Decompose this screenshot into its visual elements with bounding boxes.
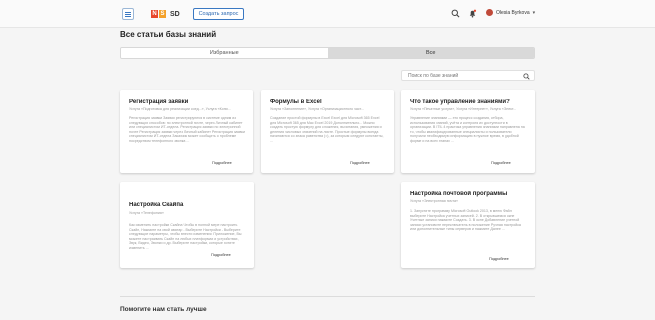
- menu-icon[interactable]: [122, 8, 134, 20]
- search-icon[interactable]: [523, 73, 530, 80]
- article-title: Что такое управление знаниями?: [410, 99, 510, 105]
- logo-mark: N: [151, 10, 158, 18]
- create-request-button[interactable]: Создать запрос: [193, 8, 244, 20]
- article-title: Регистрация заявки: [129, 99, 189, 105]
- chevron-down-icon: ▾: [532, 9, 536, 16]
- article-service: Услуга «Подготовка для реализации соед..…: [129, 107, 231, 111]
- bell-icon[interactable]: [468, 9, 477, 18]
- article-service: Услуга «Телефония»: [129, 211, 164, 215]
- article-excerpt: Управление знаниями — это процесс создан…: [410, 116, 525, 143]
- app-logo[interactable]: N S SD: [151, 9, 180, 19]
- logo-mark-2: S: [159, 10, 166, 18]
- read-more-link[interactable]: Подробнее: [487, 257, 509, 261]
- article-card[interactable]: Настройка почтовой программы Услуга «Эле…: [401, 182, 535, 268]
- article-title: Настройка Скайпа: [129, 202, 184, 208]
- article-card[interactable]: Настройка Скайпа Услуга «Телефония» Как …: [120, 182, 254, 268]
- search-box: [401, 70, 535, 81]
- article-service: Услуга «Заполнение», Услуга «Организацио…: [270, 107, 364, 111]
- article-excerpt: Создание простой формулы в Excel Excel д…: [270, 116, 384, 143]
- user-name: Olesia Byrkova: [496, 9, 530, 16]
- read-more-link[interactable]: Подробнее: [209, 253, 231, 257]
- logo-text: SD: [170, 10, 180, 18]
- read-more-link[interactable]: Подробнее: [210, 161, 232, 165]
- search-input[interactable]: [408, 72, 520, 80]
- feedback-section-title: Помогите нам стать лучше: [120, 306, 207, 313]
- article-service: Услуга «Печатные услуги», Услуга «Интерн…: [410, 107, 517, 111]
- search-icon[interactable]: [451, 9, 460, 18]
- top-bar: N S SD Создать запрос Olesia Byrkova ▾: [0, 0, 655, 28]
- page-title: Все статьи базы знаний: [120, 30, 217, 39]
- section-divider: [120, 296, 535, 297]
- tab-all[interactable]: Все: [327, 48, 534, 58]
- user-menu[interactable]: Olesia Byrkova ▾: [486, 9, 535, 16]
- read-more-link[interactable]: Подробнее: [348, 161, 370, 165]
- avatar: [486, 9, 493, 16]
- read-more-link[interactable]: Подробнее: [489, 161, 511, 165]
- article-card[interactable]: Регистрация заявки Услуга «Подготовка дл…: [120, 90, 253, 173]
- article-card[interactable]: Что такое управление знаниями? Услуга «П…: [401, 90, 535, 173]
- article-excerpt: Регистрация заявки Заявки регистрируются…: [129, 116, 245, 143]
- article-excerpt: 1. Запустите программу Microsoft Outlook…: [410, 209, 521, 232]
- article-excerpt: Как изменить настройки Скайпа Чтобы в по…: [129, 223, 242, 250]
- tabs: Избранные Все: [120, 47, 535, 59]
- tab-favorites[interactable]: Избранные: [121, 48, 328, 58]
- article-title: Настройка почтовой программы: [410, 191, 508, 197]
- article-title: Формулы в Excel: [270, 99, 322, 105]
- article-card[interactable]: Формулы в Excel Услуга «Заполнение», Усл…: [261, 90, 394, 173]
- article-service: Услуга «Электронная почта»: [410, 199, 459, 203]
